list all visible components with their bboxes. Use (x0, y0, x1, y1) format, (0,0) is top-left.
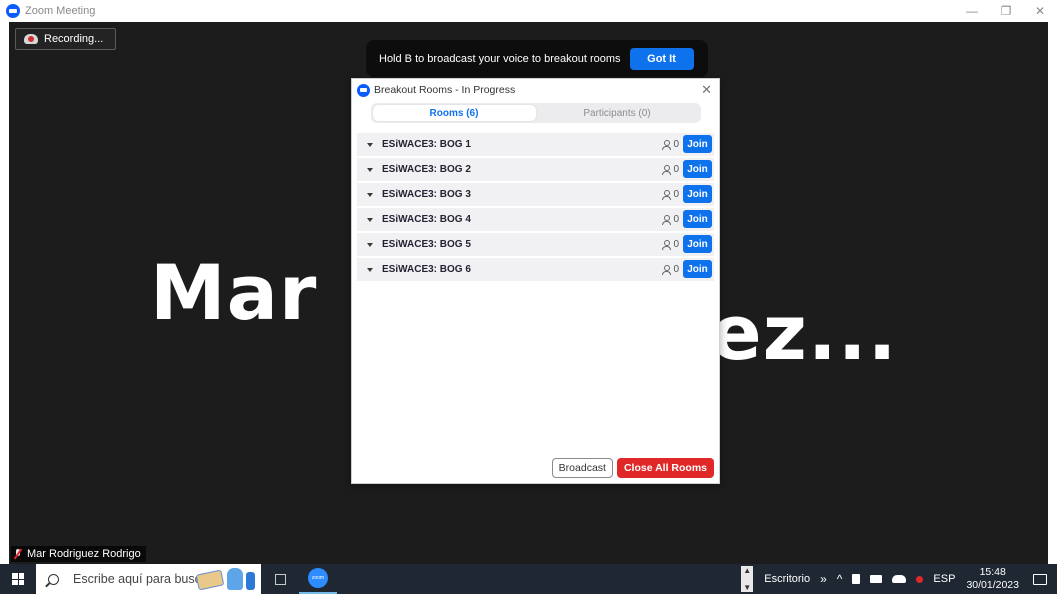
room-participant-count: 0 (662, 264, 679, 275)
room-name: ESiWACE3: BOG 1 (382, 139, 471, 150)
join-button[interactable]: Join (683, 135, 712, 153)
broadcast-button[interactable]: Broadcast (551, 458, 613, 478)
room-name: ESiWACE3: BOG 6 (382, 264, 471, 275)
chevron-down-icon[interactable] (367, 142, 373, 147)
zoom-logo-icon (357, 83, 370, 97)
chevron-down-icon[interactable] (367, 217, 373, 222)
chevron-down-icon[interactable] (367, 242, 373, 247)
chevron-down-icon[interactable] (367, 267, 373, 272)
task-view-icon (274, 573, 286, 585)
room-name: ESiWACE3: BOG 2 (382, 164, 471, 175)
user-icon (662, 239, 672, 250)
speaker-name-tag: Mar Rodriguez Rodrigo (11, 546, 146, 562)
room-participant-count: 0 (662, 214, 679, 225)
room-count-value: 0 (673, 164, 679, 175)
room-row[interactable]: ESiWACE3: BOG 4 0 Join (357, 208, 714, 231)
search-placeholder: Escribe aquí para buscar (73, 572, 212, 586)
show-hidden-icons-icon[interactable]: ^ (837, 572, 843, 586)
room-count-value: 0 (673, 189, 679, 200)
window-controls: — ❐ ✕ (955, 0, 1057, 22)
room-row[interactable]: ESiWACE3: BOG 5 0 Join (357, 233, 714, 256)
window-title: Zoom Meeting (25, 5, 96, 17)
onedrive-cloud-icon[interactable] (892, 575, 907, 583)
join-button[interactable]: Join (683, 210, 712, 228)
room-participant-count: 0 (662, 139, 679, 150)
mic-muted-icon (14, 549, 22, 559)
breakout-rooms-dialog: Breakout Rooms - In Progress ✕ Rooms (6)… (351, 78, 720, 484)
room-participant-count: 0 (662, 239, 679, 250)
room-participant-count: 0 (662, 164, 679, 175)
speaker-name: Mar Rodriguez Rodrigo (27, 548, 141, 560)
join-button[interactable]: Join (683, 260, 712, 278)
zoom-taskbar-app[interactable]: zoom (299, 564, 337, 594)
join-button[interactable]: Join (683, 185, 712, 203)
user-icon (662, 264, 672, 275)
room-count-value: 0 (673, 214, 679, 225)
minimize-button[interactable]: — (955, 0, 989, 22)
dialog-title: Breakout Rooms - In Progress (374, 84, 516, 96)
chevron-down-icon[interactable] (367, 192, 373, 197)
join-button[interactable]: Join (683, 160, 712, 178)
room-name: ESiWACE3: BOG 4 (382, 214, 471, 225)
close-icon[interactable]: ✕ (701, 82, 712, 98)
taskbar-search-box[interactable]: Escribe aquí para buscar (36, 564, 261, 594)
search-highlight-illustration-icon[interactable] (195, 566, 257, 592)
room-row[interactable]: ESiWACE3: BOG 1 0 Join (357, 133, 714, 156)
start-button[interactable] (0, 564, 36, 594)
action-center-icon[interactable] (1033, 573, 1047, 585)
room-name: ESiWACE3: BOG 5 (382, 239, 471, 250)
close-window-button[interactable]: ✕ (1023, 0, 1057, 22)
desktop-toolbar-scroll[interactable]: ▲ ▼ (741, 566, 754, 592)
broadcast-hint-toast: Hold B to broadcast your voice to breako… (366, 40, 708, 77)
room-participant-count: 0 (662, 189, 679, 200)
got-it-button[interactable]: Got It (629, 47, 694, 70)
room-count-value: 0 (673, 239, 679, 250)
chevron-down-icon[interactable] (367, 167, 373, 172)
user-icon (662, 139, 672, 150)
desktop-toolbar-label[interactable]: Escritorio (764, 573, 810, 585)
taskbar-clock[interactable]: 15:48 30/01/2023 (966, 566, 1019, 592)
toast-text: Hold B to broadcast your voice to breako… (379, 52, 621, 65)
search-icon (48, 573, 59, 585)
room-row[interactable]: ESiWACE3: BOG 2 0 Join (357, 158, 714, 181)
room-row[interactable]: ESiWACE3: BOG 3 0 Join (357, 183, 714, 206)
notification-badge-icon[interactable] (916, 575, 924, 583)
network-icon[interactable] (870, 575, 883, 583)
breakout-tabs: Rooms (6) Participants (0) (370, 103, 701, 123)
user-icon (662, 164, 672, 175)
dialog-footer: Broadcast Close All Rooms (551, 458, 714, 478)
toolbar-chevron-icon[interactable]: » (820, 572, 827, 586)
dialog-header: Breakout Rooms - In Progress ✕ (352, 79, 719, 101)
close-all-rooms-button[interactable]: Close All Rooms (616, 458, 714, 478)
room-count-value: 0 (673, 264, 679, 275)
room-list: ESiWACE3: BOG 1 0 Join ESiWACE3: BOG 2 0… (352, 133, 719, 281)
language-indicator[interactable]: ESP (933, 573, 955, 585)
room-count-value: 0 (673, 139, 679, 150)
zoom-app-icon: zoom (308, 568, 328, 588)
windows-logo-icon (12, 573, 24, 585)
clock-date: 30/01/2023 (966, 579, 1019, 591)
participant-name-left: Mar (150, 248, 318, 337)
tab-rooms[interactable]: Rooms (6) (372, 105, 536, 121)
task-view-button[interactable] (261, 564, 299, 594)
system-tray: ▲ ▼ Escritorio » ^ ESP 15:48 30/01/2023 (741, 564, 1057, 594)
tab-participants[interactable]: Participants (0) (536, 105, 699, 121)
room-row[interactable]: ESiWACE3: BOG 6 0 Join (357, 258, 714, 281)
join-button[interactable]: Join (683, 235, 712, 253)
clock-time: 15:48 (979, 566, 1006, 578)
room-name: ESiWACE3: BOG 3 (382, 189, 471, 200)
window-titlebar: Zoom Meeting — ❐ ✕ (0, 0, 1057, 22)
user-icon (662, 214, 672, 225)
restore-button[interactable]: ❐ (989, 0, 1023, 22)
windows-taskbar: Escribe aquí para buscar zoom ▲ ▼ Escrito… (0, 564, 1057, 594)
meet-now-icon[interactable] (852, 574, 861, 584)
zoom-logo-icon (6, 4, 20, 18)
user-icon (662, 189, 672, 200)
